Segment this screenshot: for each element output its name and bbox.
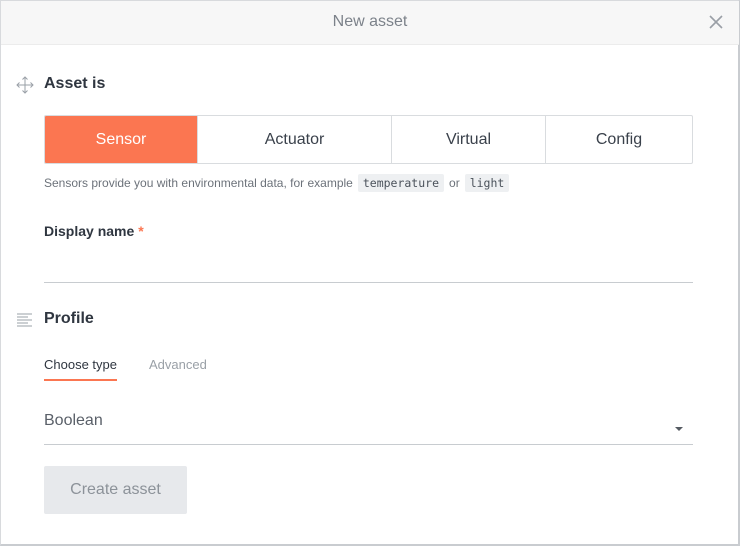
new-asset-dialog: New asset Asset is Sensor Actuator Virtu…	[0, 0, 740, 546]
asset-type-hint: Sensors provide you with environmental d…	[44, 173, 514, 193]
hint-example-temperature: temperature	[357, 174, 445, 192]
profile-type-select[interactable]: Boolean	[44, 401, 693, 445]
create-asset-button[interactable]: Create asset	[44, 466, 187, 514]
asset-type-config[interactable]: Config	[546, 116, 692, 163]
move-arrows-icon	[16, 76, 34, 94]
tab-choose-type[interactable]: Choose type	[44, 357, 117, 381]
dialog-header: New asset	[1, 1, 739, 45]
hint-joiner: or	[449, 176, 460, 190]
hint-example-light: light	[464, 174, 510, 192]
close-button[interactable]	[707, 13, 725, 31]
display-name-label-text: Display name	[44, 223, 135, 239]
display-name-label: Display name *	[44, 223, 144, 239]
asset-type-virtual[interactable]: Virtual	[392, 116, 546, 163]
required-mark: *	[138, 223, 144, 239]
asset-type-sensor[interactable]: Sensor	[45, 116, 198, 163]
lines-list-icon	[17, 313, 32, 327]
asset-section-title: Asset is	[44, 75, 106, 92]
asset-type-actuator[interactable]: Actuator	[198, 116, 392, 163]
caret-down-icon	[675, 427, 683, 431]
close-icon	[709, 15, 723, 29]
profile-section-title: Profile	[44, 310, 94, 327]
profile-type-value: Boolean	[44, 412, 103, 429]
hint-text: Sensors provide you with environmental d…	[44, 176, 353, 190]
dialog-title: New asset	[332, 13, 408, 30]
display-name-input[interactable]	[44, 251, 693, 283]
tab-advanced[interactable]: Advanced	[149, 357, 207, 381]
profile-tabs: Choose type Advanced	[44, 357, 239, 381]
asset-type-selector: Sensor Actuator Virtual Config	[44, 115, 693, 164]
